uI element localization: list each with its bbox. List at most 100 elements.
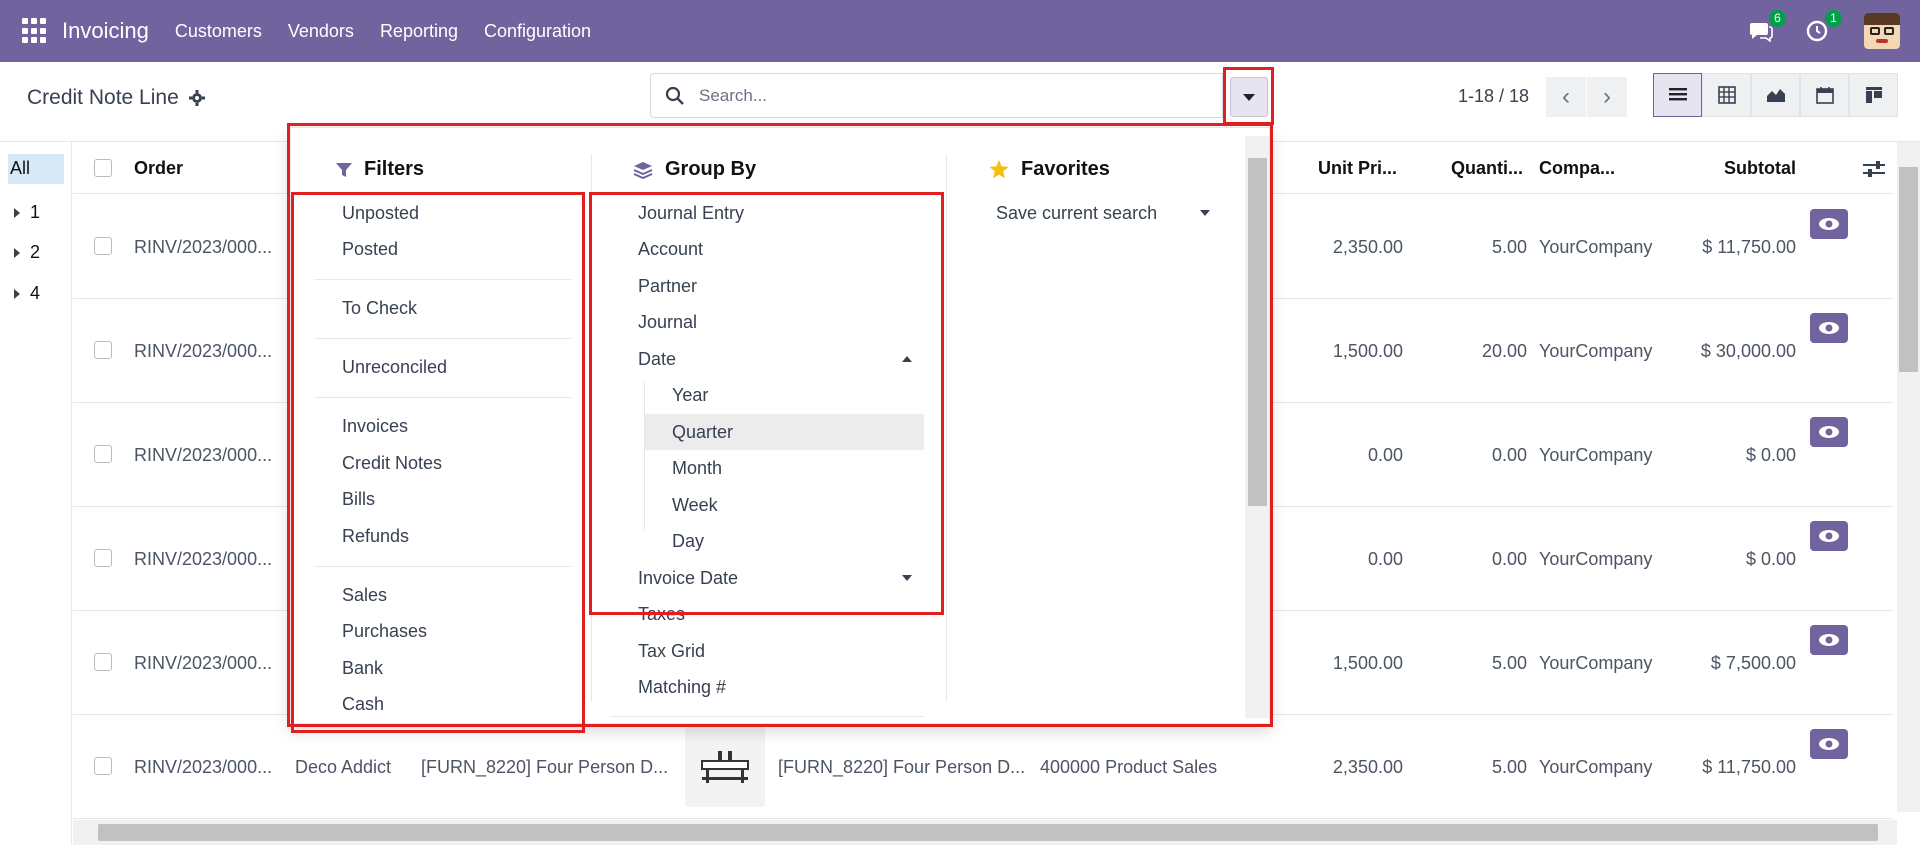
menu-vendors[interactable]: Vendors (288, 21, 354, 42)
search-options-dropdown: Filters Unposted Posted To Check Unrecon… (290, 127, 1270, 724)
groupby-date[interactable]: Date (638, 349, 676, 370)
pager-previous-button[interactable]: ‹ (1546, 77, 1586, 117)
menu-customers[interactable]: Customers (175, 21, 262, 42)
calendar-icon (1815, 87, 1834, 104)
date-option-week[interactable]: Week (672, 495, 718, 516)
caret-up-icon[interactable] (902, 356, 912, 362)
filter-bills[interactable]: Bills (342, 489, 375, 510)
groupby-tax-grid[interactable]: Tax Grid (638, 641, 705, 662)
date-option-month[interactable]: Month (672, 458, 722, 479)
caret-down-icon[interactable] (1200, 210, 1210, 216)
activity-clock-icon[interactable]: 1 (1804, 10, 1842, 44)
sidebar-item-2[interactable]: 2 (14, 242, 40, 263)
header-order[interactable]: Order (134, 158, 183, 179)
optional-columns-sliders-icon[interactable] (1863, 160, 1885, 178)
menu-configuration[interactable]: Configuration (484, 21, 591, 42)
view-record-button[interactable] (1810, 521, 1848, 551)
dropdown-scrollbar-thumb[interactable] (1248, 158, 1267, 506)
filter-funnel-icon (336, 162, 352, 177)
app-name[interactable]: Invoicing (62, 18, 149, 44)
top-navbar: Invoicing Customers Vendors Reporting Co… (0, 0, 1920, 62)
groupby-matching[interactable]: Matching # (638, 677, 726, 698)
vertical-scrollbar-thumb[interactable] (1899, 167, 1918, 372)
filter-unposted[interactable]: Unposted (342, 203, 419, 224)
calendar-view-button[interactable] (1800, 73, 1849, 117)
cell-unit-price: 2,350.00 (1332, 237, 1403, 257)
header-subtotal[interactable]: Subtotal (1724, 158, 1796, 179)
cell-order: RINV/2023/000... (134, 341, 273, 361)
kanban-view-button[interactable] (1849, 73, 1898, 117)
eye-icon (1819, 218, 1839, 230)
cell-order: RINV/2023/000... (134, 757, 273, 777)
app-grid-icon[interactable] (22, 18, 48, 44)
filter-bank[interactable]: Bank (342, 658, 383, 679)
header-company[interactable]: Compa... (1539, 158, 1615, 179)
layers-icon (633, 161, 653, 179)
pivot-view-button[interactable] (1702, 73, 1751, 117)
date-option-day[interactable]: Day (672, 531, 704, 552)
list-view-button[interactable] (1653, 73, 1702, 117)
filter-cash[interactable]: Cash (342, 694, 384, 715)
search-bar (650, 73, 1223, 118)
graph-view-button[interactable] (1751, 73, 1800, 117)
filter-posted[interactable]: Posted (342, 239, 398, 260)
date-option-quarter[interactable]: Quarter (672, 422, 733, 443)
filter-unreconciled[interactable]: Unreconciled (342, 357, 447, 378)
pager-next-button[interactable]: › (1587, 77, 1627, 117)
pager-value[interactable]: 1-18 / 18 (1458, 86, 1529, 107)
groupby-journal-entry[interactable]: Journal Entry (638, 203, 744, 224)
row-checkbox[interactable] (94, 653, 112, 671)
star-icon (989, 160, 1009, 179)
groupby-account[interactable]: Account (638, 239, 703, 260)
groupby-invoice-date[interactable]: Invoice Date (638, 568, 738, 589)
view-record-button[interactable] (1810, 313, 1848, 343)
messages-icon[interactable]: 6 (1748, 10, 1786, 44)
eye-icon (1819, 426, 1839, 438)
cell-quantity: 0.00 (1491, 549, 1527, 569)
select-all-checkbox[interactable] (94, 159, 112, 177)
activity-badge: 1 (1825, 10, 1842, 27)
cell-account: 400000 Product Sales (1040, 757, 1218, 777)
row-checkbox[interactable] (94, 549, 112, 567)
groupby-journal[interactable]: Journal (638, 312, 697, 333)
row-checkbox[interactable] (94, 757, 112, 775)
table-row[interactable]: RINV/2023/000... Deco Addict [FURN_8220]… (73, 715, 1893, 819)
filter-invoices[interactable]: Invoices (342, 416, 408, 437)
view-record-button[interactable] (1810, 417, 1848, 447)
groupby-divider (611, 716, 924, 717)
filter-to-check[interactable]: To Check (342, 298, 417, 319)
header-quantity[interactable]: Quanti... (1451, 158, 1523, 179)
gear-icon[interactable] (188, 90, 205, 106)
sidebar-item-4[interactable]: 4 (14, 283, 40, 304)
row-checkbox[interactable] (94, 445, 112, 463)
groupby-partner[interactable]: Partner (638, 276, 697, 297)
sidebar-item-1[interactable]: 1 (14, 202, 40, 223)
filter-refunds[interactable]: Refunds (342, 526, 409, 547)
groupby-taxes[interactable]: Taxes (638, 604, 685, 625)
cell-partner: Deco Addict (295, 757, 392, 777)
header-unit-price[interactable]: Unit Pri... (1318, 158, 1397, 179)
view-record-button[interactable] (1810, 209, 1848, 239)
cell-unit-price: 1,500.00 (1332, 653, 1403, 673)
filter-purchases[interactable]: Purchases (342, 621, 427, 642)
search-options-toggle-button[interactable] (1230, 77, 1268, 117)
search-input[interactable] (699, 85, 1179, 106)
filter-sales[interactable]: Sales (342, 585, 387, 606)
horizontal-scrollbar-thumb[interactable] (98, 824, 1878, 841)
cell-subtotal: $ 7,500.00 (1710, 653, 1796, 673)
filter-credit-notes[interactable]: Credit Notes (342, 453, 442, 474)
save-current-search[interactable]: Save current search (996, 203, 1157, 224)
view-record-button[interactable] (1810, 625, 1848, 655)
date-option-year[interactable]: Year (672, 385, 708, 406)
caret-down-icon[interactable] (902, 575, 912, 581)
sidebar-item-all[interactable]: All (8, 154, 64, 184)
cell-order: RINV/2023/000... (134, 653, 273, 673)
view-record-button[interactable] (1810, 729, 1848, 759)
row-checkbox[interactable] (94, 237, 112, 255)
filter-divider (315, 566, 571, 567)
cell-unit-price: 0.00 (1367, 445, 1403, 465)
menu-reporting[interactable]: Reporting (380, 21, 458, 42)
user-avatar[interactable] (1864, 13, 1900, 49)
cell-quantity: 5.00 (1491, 757, 1527, 777)
row-checkbox[interactable] (94, 341, 112, 359)
